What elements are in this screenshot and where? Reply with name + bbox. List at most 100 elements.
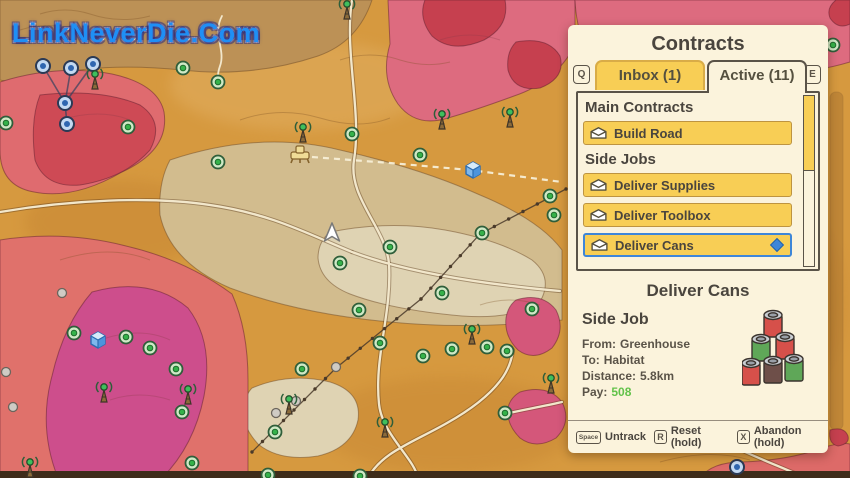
- package-cube-icon[interactable]: [466, 162, 480, 178]
- tabs-row: Q Inbox (1) Active (11) E: [568, 60, 828, 91]
- map-marker-green[interactable]: [144, 342, 157, 355]
- key-hint-space: Space: [576, 431, 601, 444]
- tab-inbox[interactable]: Inbox (1): [595, 60, 705, 90]
- pylon-node-icon[interactable]: [730, 460, 744, 474]
- contract-item-deliver-supplies[interactable]: Deliver Supplies: [583, 173, 792, 197]
- pylon-node-icon[interactable]: [58, 96, 72, 110]
- cable-node: [359, 347, 362, 350]
- pylon-node-icon[interactable]: [60, 117, 74, 131]
- map-marker-green[interactable]: [417, 350, 430, 363]
- map-marker-green[interactable]: [212, 76, 225, 89]
- map-marker-green[interactable]: [827, 39, 840, 52]
- map-marker-green[interactable]: [170, 363, 183, 376]
- key-hint-q: Q: [573, 65, 590, 84]
- action-reset[interactable]: R Reset (hold): [654, 425, 729, 449]
- envelope-icon: [590, 127, 607, 139]
- map-marker-green[interactable]: [122, 121, 135, 134]
- section-main-contracts: Main Contracts: [585, 99, 818, 116]
- map-marker-rock: [332, 363, 341, 372]
- map-marker-green[interactable]: [68, 327, 81, 340]
- map-marker-green[interactable]: [384, 241, 397, 254]
- map-edge: [0, 471, 850, 478]
- map-marker-rock: [58, 289, 67, 298]
- cable-node: [303, 398, 306, 401]
- panel-title: Contracts: [568, 25, 828, 56]
- cable-node: [250, 450, 253, 453]
- map-marker-green[interactable]: [544, 190, 557, 203]
- cable-node: [292, 408, 295, 411]
- key-hint-x: X: [737, 430, 750, 444]
- map-marker-green[interactable]: [186, 457, 199, 470]
- map-marker-green[interactable]: [476, 227, 489, 240]
- map-marker-green[interactable]: [374, 337, 387, 350]
- pylon-node-icon[interactable]: [86, 57, 100, 71]
- cable-node: [346, 356, 349, 359]
- scrollbar-thumb[interactable]: [804, 96, 814, 171]
- cable-node: [521, 210, 524, 213]
- pylon-node-icon[interactable]: [36, 59, 50, 73]
- cable-node: [282, 419, 285, 422]
- contract-detail: Deliver Cans Side Job From:Greenhouse To…: [568, 271, 828, 400]
- action-label: Untrack: [605, 431, 646, 443]
- envelope-icon: [590, 209, 607, 221]
- cable-node: [507, 217, 510, 220]
- contract-item-deliver-cans[interactable]: Deliver Cans: [583, 233, 792, 257]
- contract-item-build-road[interactable]: Build Road: [583, 121, 792, 145]
- map-marker-green[interactable]: [120, 331, 133, 344]
- detail-title: Deliver Cans: [582, 281, 814, 301]
- action-label: Abandon (hold): [754, 425, 828, 449]
- map-marker-green[interactable]: [414, 149, 427, 162]
- key-hint-r: R: [654, 430, 667, 444]
- map-marker-green[interactable]: [436, 287, 449, 300]
- contracts-panel: Contracts Q Inbox (1) Active (11) E Main…: [568, 25, 828, 453]
- map-marker-rock: [2, 368, 11, 377]
- map-marker-green[interactable]: [346, 128, 359, 141]
- package-cube-icon[interactable]: [91, 332, 105, 348]
- envelope-icon: [591, 239, 608, 251]
- map-marker-rock: [9, 403, 18, 412]
- map-marker-rock: [272, 409, 281, 418]
- cans-illustration: [742, 309, 806, 389]
- cable-node: [313, 387, 316, 390]
- map-marker-green[interactable]: [501, 345, 514, 358]
- game-screen: LinkNeverDie.Com Contracts Q Inbox (1) A…: [0, 0, 850, 478]
- map-marker-green[interactable]: [446, 343, 459, 356]
- cable-node: [449, 265, 452, 268]
- watermark: LinkNeverDie.Com: [12, 18, 260, 49]
- cable-node: [407, 307, 410, 310]
- map-marker-green[interactable]: [548, 209, 561, 222]
- list-scrollbar[interactable]: [803, 95, 815, 267]
- map-marker-green[interactable]: [262, 469, 275, 478]
- section-side-jobs: Side Jobs: [585, 151, 818, 168]
- action-label: Reset (hold): [671, 425, 729, 449]
- map-marker-green[interactable]: [176, 406, 189, 419]
- cable-node: [383, 327, 386, 330]
- action-abandon[interactable]: X Abandon (hold): [737, 425, 828, 449]
- cable-node: [439, 276, 442, 279]
- map-marker-green[interactable]: [481, 341, 494, 354]
- pylon-node-icon[interactable]: [64, 61, 78, 75]
- map-marker-green[interactable]: [269, 426, 282, 439]
- map-marker-green[interactable]: [526, 303, 539, 316]
- map-marker-green[interactable]: [354, 470, 367, 478]
- cable-node: [429, 286, 432, 289]
- contract-item-deliver-toolbox[interactable]: Deliver Toolbox: [583, 203, 792, 227]
- envelope-icon: [590, 179, 607, 191]
- panel-footer: Space Untrack R Reset (hold) X Abandon (…: [568, 420, 828, 453]
- map-marker-green[interactable]: [212, 156, 225, 169]
- cable-node: [419, 297, 422, 300]
- map-marker-green[interactable]: [334, 257, 347, 270]
- contract-item-label: Build Road: [614, 126, 683, 141]
- map-marker-green[interactable]: [0, 117, 13, 130]
- contract-item-label: Deliver Supplies: [614, 178, 715, 193]
- map-marker-green[interactable]: [353, 304, 366, 317]
- cable-node: [261, 440, 264, 443]
- contract-item-label: Deliver Toolbox: [614, 208, 711, 223]
- contract-item-label: Deliver Cans: [615, 238, 694, 253]
- map-marker-green[interactable]: [296, 363, 309, 376]
- action-untrack[interactable]: Space Untrack: [576, 431, 646, 444]
- map-marker-green[interactable]: [177, 62, 190, 75]
- tab-active[interactable]: Active (11): [707, 60, 807, 93]
- map-marker-green[interactable]: [499, 407, 512, 420]
- cable-node: [324, 377, 327, 380]
